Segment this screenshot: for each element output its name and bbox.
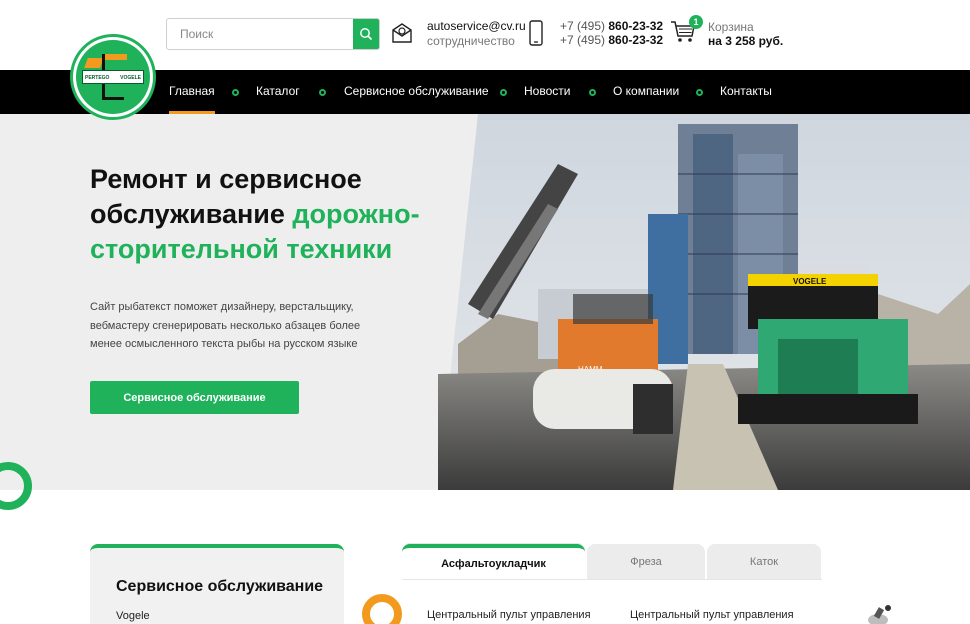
cart-sum: на 3 258 руб. [708,34,784,48]
service-card-title: Сервисное обслуживание [116,578,324,595]
hero-title: Ремонт и сервисное обслуживание дорожно-… [90,162,470,267]
logo-bar-shape [105,54,127,60]
phone-icon [529,20,543,46]
joystick-icon [868,605,891,624]
tabs-divider [402,579,822,580]
search-box [166,18,380,50]
service-card: Сервисное обслуживание Vogele [90,544,344,624]
tab-roller[interactable]: Каток [707,544,821,580]
service-card-link[interactable]: Vogele [116,610,150,622]
phone-number[interactable]: +7 (495) 860-23-32 [560,33,663,47]
hero-machinery-image: HAMM VOGELE [438,114,970,490]
mail-icon [392,23,412,43]
logo-text-left: PERTEGO [85,75,110,81]
email-caption: сотрудничество [427,34,515,48]
logo-emblem: PERTEGO VOGELE [76,40,150,114]
company-logo[interactable]: PERTEGO VOGELE [70,34,156,120]
search-icon [360,28,373,41]
nav-separator-dot [500,89,507,96]
tab-asphalt-paver[interactable]: Асфальтоукладчик [402,544,585,580]
decorative-orange-ring [362,594,402,624]
cart-label[interactable]: Корзина [708,20,754,34]
search-button[interactable] [353,19,379,49]
logo-text-right: VOGELE [120,75,141,81]
logo-band: PERTEGO VOGELE [82,70,144,84]
nav-item-news[interactable]: Новости [524,70,570,114]
service-cta-button[interactable]: Сервисное обслуживание [90,381,299,414]
hero-banner: HAMM VOGELE Ремонт и сервисное обслужива… [0,114,970,490]
phone-number[interactable]: +7 (495) 860-23-32 [560,19,663,33]
spec-item: Центральный пульт управления [427,609,591,621]
spec-item: Центральный пульт управления [630,609,794,621]
nav-separator-dot [232,89,239,96]
paver-brand-label: VOGELE [793,277,827,286]
search-input[interactable] [167,19,353,49]
logo-leaf-shape [84,58,104,68]
nav-item-service[interactable]: Сервисное обслуживание [344,70,489,114]
hero-description: Сайт рыбатекст поможет дизайнеру, верста… [90,301,361,350]
nav-item-contacts[interactable]: Контакты [720,70,772,114]
nav-separator-dot [589,89,596,96]
nav-item-about[interactable]: О компании [613,70,679,114]
nav-separator-dot [319,89,326,96]
nav-item-home[interactable]: Главная [169,70,215,114]
nav-item-catalog[interactable]: Каталог [256,70,300,114]
tab-milling[interactable]: Фреза [587,544,705,580]
cart-count-badge: 1 [689,15,703,29]
email-link[interactable]: autoservice@cv.ru [427,19,526,33]
nav-separator-dot [696,89,703,96]
